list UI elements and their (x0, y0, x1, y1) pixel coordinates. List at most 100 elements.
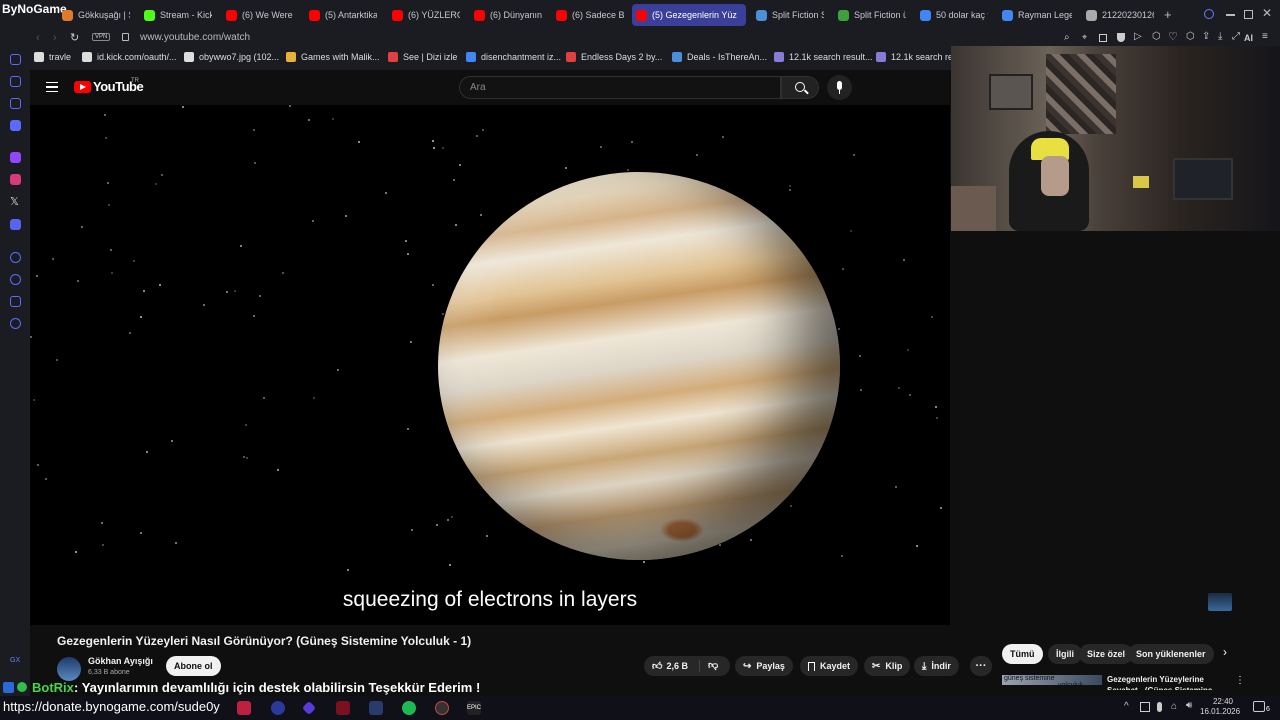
share-button[interactable]: ↪ Paylaş (735, 656, 793, 676)
ai-button[interactable]: AI (1244, 33, 1253, 43)
sidebar-game-icon[interactable] (10, 98, 21, 109)
bookmark-item[interactable]: See | Dizi izle (388, 52, 457, 62)
taskbar-app-icon-2[interactable] (271, 701, 285, 715)
channel-name[interactable]: Gökhan Ayışığı (88, 656, 153, 666)
subscribe-button[interactable]: Abone ol (166, 656, 221, 676)
browser-tab[interactable]: 21220230126 (1082, 4, 1154, 26)
network-icon[interactable]: ⌂ (1171, 701, 1177, 712)
reload-icon[interactable]: ↻ (70, 31, 79, 44)
heart-icon[interactable]: ♡ (1168, 30, 1178, 43)
history-icon[interactable] (10, 274, 21, 285)
voice-search-button[interactable] (827, 75, 852, 100)
recommendation-title-line2[interactable]: Seyahat - (Güneş Sistemine (1107, 686, 1212, 690)
forward-icon[interactable]: › (53, 32, 57, 44)
extensions-icon[interactable]: ⬡ (1186, 31, 1195, 42)
save-button[interactable]: Kaydet (800, 656, 859, 676)
back-icon[interactable]: ‹ (36, 32, 40, 44)
browser-tab[interactable]: Rayman Lege (998, 4, 1072, 26)
browser-tab[interactable]: Stream - Kick (140, 4, 212, 26)
clip-button[interactable]: ✂ Klip (864, 656, 911, 676)
taskbar-app-icon-4[interactable] (435, 701, 449, 715)
close-window-icon[interactable]: ✕ (1262, 6, 1272, 20)
bookmark-item[interactable]: 12.1k search res (876, 52, 958, 62)
tray-mic-icon[interactable] (1157, 702, 1162, 712)
steam-taskbar-icon[interactable] (369, 701, 383, 715)
browser-tab[interactable]: Split Fiction ü (834, 4, 906, 26)
youtube-logo-icon[interactable] (74, 81, 91, 93)
sidebar-m-icon[interactable] (10, 120, 21, 131)
bookmark-item[interactable]: disenchantment iz... (466, 52, 561, 62)
filter-chip[interactable]: Size özel (1079, 644, 1134, 664)
new-tab-icon[interactable]: + (1164, 7, 1172, 22)
search-tabs-icon[interactable] (1204, 9, 1214, 19)
bookmark-item[interactable]: 12.1k search result... (774, 52, 873, 62)
download-button[interactable]: ⤓ İndir (914, 656, 959, 676)
browser-tab[interactable]: (6) Dünyanın (470, 4, 542, 26)
browser-tab[interactable]: (5) Antarktika (305, 4, 377, 26)
filter-chip[interactable]: Son yüklenenler (1128, 644, 1214, 664)
bookmark-item[interactable]: Games with Malik... (286, 52, 380, 62)
donate-link[interactable]: https://donate.bynogame.com/sude0y (3, 699, 220, 714)
recommendation-more-icon[interactable]: ⋮ (1235, 675, 1245, 686)
browser-tab[interactable]: (6) YÜZLERCE (388, 4, 460, 26)
spotify-icon[interactable] (402, 701, 416, 715)
vpn-badge[interactable]: VPN (92, 33, 111, 41)
pin-icon[interactable]: ⌖ (1082, 32, 1087, 43)
clock-time[interactable]: 22:40 (1203, 697, 1233, 706)
bookmark-item[interactable]: Deals - IsThereAn... (672, 52, 767, 62)
sidebar-player-icon[interactable] (10, 252, 21, 263)
search-button[interactable] (781, 76, 819, 99)
browser-tab[interactable]: (6) Sadece Bir (552, 4, 624, 26)
maximize-icon[interactable] (1244, 10, 1253, 19)
play-icon[interactable]: ▷ (1134, 31, 1142, 42)
sidebar-box-icon[interactable] (10, 296, 21, 307)
share-page-icon[interactable]: ⇪ (1202, 31, 1210, 42)
x-twitter-icon[interactable]: 𝕏 (10, 195, 19, 208)
cube-icon[interactable]: ⬡ (1152, 31, 1161, 42)
recommendation-title[interactable]: Gezegenlerin Yüzeylerine (1107, 675, 1204, 684)
hamburger-menu-icon[interactable] (46, 82, 58, 92)
discord-icon[interactable] (10, 219, 21, 230)
notification-icon[interactable] (1253, 701, 1265, 712)
channel-avatar[interactable] (57, 657, 81, 681)
bookmark-item[interactable]: travle (34, 52, 71, 62)
shield-icon[interactable] (1117, 33, 1125, 42)
tray-app-icon[interactable] (1140, 702, 1150, 712)
zoom-icon[interactable]: ⌕ (1064, 32, 1070, 43)
chevron-right-icon[interactable]: › (1223, 645, 1227, 659)
taskbar-app-icon-3[interactable] (301, 700, 317, 716)
tray-chevron-icon[interactable]: ^ (1124, 701, 1129, 712)
dislike-icon[interactable]: 👎︎ (708, 659, 718, 671)
filter-chip[interactable]: Tümü (1002, 644, 1043, 664)
sidebar-refresh-icon[interactable] (10, 54, 21, 65)
browser-tab[interactable]: 50 dolar kaç t (916, 4, 988, 26)
filter-chip[interactable]: İlgili (1048, 644, 1082, 664)
url-field[interactable]: www.youtube.com/watch (140, 32, 250, 43)
clock-date[interactable]: 16.01.2026 (1200, 707, 1240, 716)
volume-icon[interactable]: 🔊︎ (1186, 700, 1192, 711)
like-icon[interactable]: 👍︎ (652, 660, 662, 672)
epic-games-icon[interactable]: EPIC (467, 701, 481, 715)
browser-tab[interactable]: (5) Gezegenlerin Yüz (632, 4, 746, 26)
browser-tab[interactable]: Gökkuşağı | St (58, 4, 130, 26)
sidebar-bag-icon[interactable] (10, 76, 21, 87)
minimize-icon[interactable] (1226, 14, 1235, 16)
bookmark-item[interactable]: Endless Days 2 by... (566, 52, 662, 62)
browser-tab[interactable]: Split Fiction Sf (752, 4, 824, 26)
more-actions-button[interactable]: ··· (970, 656, 992, 676)
channel-watermark-icon[interactable] (1208, 593, 1232, 611)
menu-icon[interactable]: ≡ (1262, 31, 1268, 42)
bookmark-item[interactable]: id.kick.com/oauth/... (82, 52, 177, 62)
recommendation-thumbnail[interactable]: güneş sistemine yolculuk (1002, 675, 1102, 689)
instagram-icon[interactable] (10, 174, 21, 185)
download-icon[interactable]: ⤓ (1218, 31, 1222, 42)
bookmark-item[interactable]: obywwo7.jpg (102... (184, 52, 279, 62)
browser-tab[interactable]: (6) We Were I (222, 4, 294, 26)
video-player[interactable]: squeezing of electrons in layers (30, 105, 950, 625)
like-count[interactable]: 2,6 B (666, 661, 688, 671)
settings-icon[interactable] (10, 318, 21, 329)
search-input[interactable]: Ara (459, 76, 781, 99)
twitch-icon[interactable] (10, 152, 21, 163)
aria-icon[interactable]: ⤢ (1232, 31, 1240, 42)
screenshot-icon[interactable] (1099, 34, 1107, 42)
